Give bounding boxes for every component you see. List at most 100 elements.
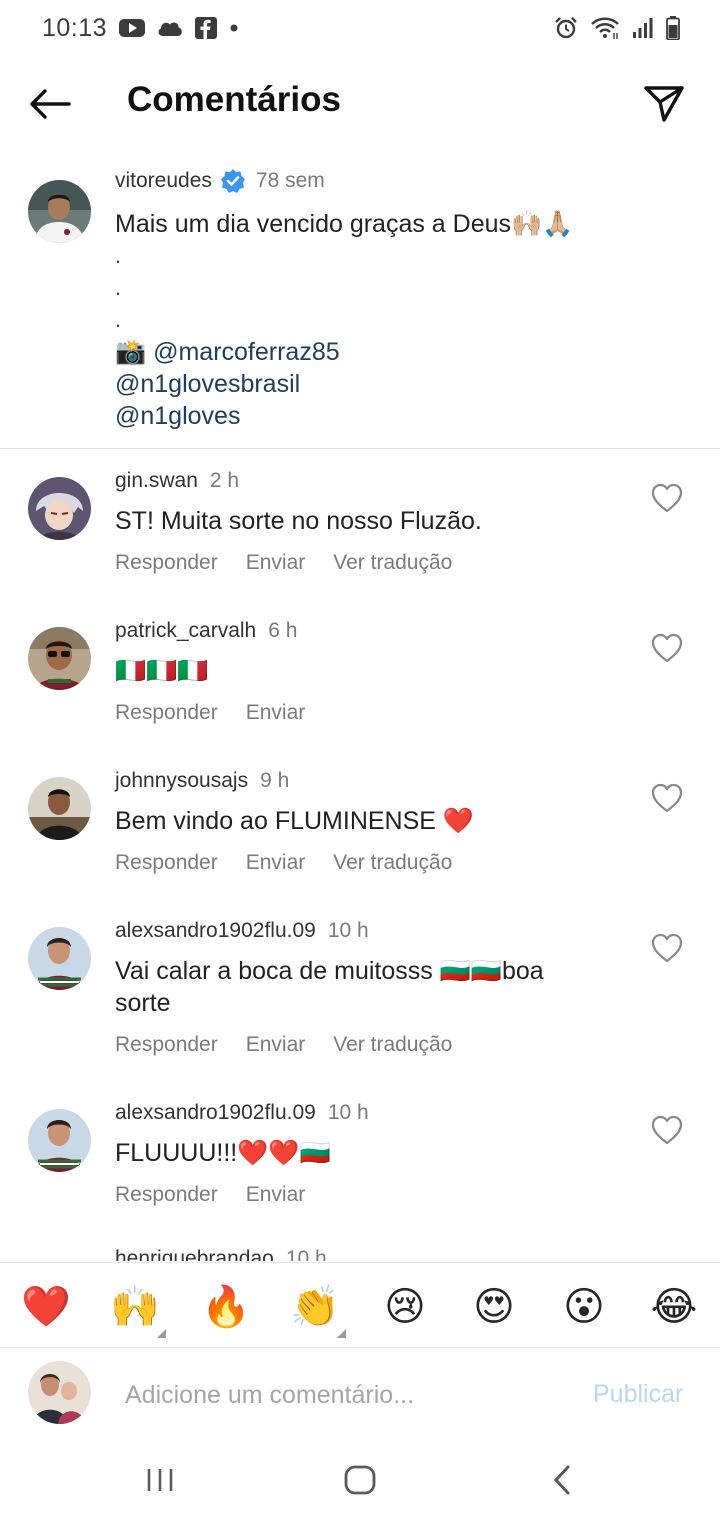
heart-outline-icon — [651, 783, 683, 813]
mention-link[interactable]: @n1gloves — [115, 400, 573, 432]
header: Comentários — [0, 60, 720, 150]
comment-username[interactable]: henriquebrandao — [115, 1247, 274, 1261]
comment-text: Vai calar a boca de muitosss 🇧🇬🇧🇬boa sor… — [115, 957, 544, 1017]
comment-actions: Responder Enviar Ver tradução — [115, 1033, 480, 1057]
laughing-emoji-button[interactable]: 😂 — [650, 1283, 698, 1331]
heart-emoji-button[interactable]: ❤️ — [21, 1283, 71, 1331]
dot-icon — [229, 23, 239, 33]
comment-header: alexsandro1902flu.09 10 h — [115, 919, 369, 943]
reply-button[interactable]: Responder — [115, 851, 218, 875]
reply-button[interactable]: Responder — [115, 1183, 218, 1207]
comment-item: gin.swan 2 h ST! Muita sorte no nosso Fl… — [0, 465, 720, 605]
comment-text: Bem vindo ao FLUMINENSE ❤️ — [115, 807, 475, 835]
paper-plane-icon — [644, 86, 684, 122]
send-button[interactable]: Enviar — [246, 1183, 306, 1207]
mention-link[interactable]: @marcoferraz85 — [153, 338, 340, 366]
emoji-reaction-bar: ❤️ 🙌 🔥 👏 😢 😍 😮 😂 — [0, 1262, 720, 1348]
system-back-button[interactable] — [532, 1460, 592, 1500]
system-nav-bar — [0, 1440, 720, 1520]
reply-button[interactable]: Responder — [115, 1033, 218, 1057]
like-button[interactable] — [651, 783, 683, 813]
skin-tone-indicator-icon — [337, 1329, 346, 1338]
comment-username[interactable]: gin.swan — [115, 469, 198, 493]
translate-button[interactable]: Ver tradução — [333, 851, 452, 875]
avatar[interactable] — [28, 477, 91, 540]
like-button[interactable] — [651, 633, 683, 663]
like-button[interactable] — [651, 933, 683, 963]
avatar[interactable] — [28, 627, 91, 690]
caption-user-row: vitoreudes 78 sem — [115, 168, 325, 194]
comment-text: FLUUUU!!!❤️❤️🇧🇬 — [115, 1139, 331, 1167]
cloud-icon — [157, 19, 183, 37]
avatar[interactable] — [28, 777, 91, 840]
heart-outline-icon — [651, 633, 683, 663]
caption-username[interactable]: vitoreudes — [115, 169, 212, 193]
verified-badge-icon — [220, 168, 246, 194]
send-button[interactable]: Enviar — [246, 551, 306, 575]
comment-item: johnnysousajs 9 h Bem vindo ao FLUMINENS… — [0, 765, 720, 905]
share-button[interactable] — [640, 82, 688, 126]
status-time: 10:13 — [42, 13, 108, 42]
comment-time: 10 h — [327, 919, 369, 942]
recent-apps-icon — [147, 1469, 173, 1491]
comment-username[interactable]: patrick_carvalh — [115, 619, 256, 643]
comment-header: gin.swan 2 h — [115, 469, 239, 493]
recent-apps-button[interactable] — [130, 1460, 190, 1500]
heart-eyes-emoji-button[interactable]: 😍 — [470, 1283, 518, 1331]
fire-emoji-button[interactable]: 🔥 — [201, 1283, 251, 1331]
comment-time: 10 h — [285, 1247, 327, 1261]
publish-button[interactable]: Publicar — [593, 1380, 683, 1409]
comment-header: patrick_carvalh 6 h — [115, 619, 297, 643]
comment-username[interactable]: alexsandro1902flu.09 — [115, 1101, 316, 1125]
comment-username[interactable]: johnnysousajs — [115, 769, 248, 793]
camera-emoji: 📸 — [115, 338, 147, 366]
send-button[interactable]: Enviar — [246, 851, 306, 875]
avatar — [28, 1361, 91, 1424]
comment-username[interactable]: alexsandro1902flu.09 — [115, 919, 316, 943]
comment-item: henriquebrandao 10 h — [0, 1247, 720, 1261]
comment-actions: Responder Enviar — [115, 1183, 333, 1207]
caption-text: Mais um dia vencido graças a Deus🙌🏼🙏🏼 . … — [115, 208, 573, 432]
avatar[interactable] — [28, 927, 91, 990]
home-button[interactable] — [330, 1460, 390, 1500]
send-button[interactable]: Enviar — [246, 1033, 306, 1057]
comment-list[interactable]: gin.swan 2 h ST! Muita sorte no nosso Fl… — [0, 449, 720, 1261]
comment-text: 🇮🇹🇮🇹🇮🇹 — [115, 657, 209, 685]
raised-hands-emoji-button[interactable]: 🙌 — [110, 1283, 160, 1331]
comment-input[interactable] — [125, 1373, 565, 1417]
signal-icon — [632, 17, 654, 39]
translate-button[interactable]: Ver tradução — [333, 1033, 452, 1057]
status-left: 10:13 — [42, 14, 239, 43]
status-right — [554, 16, 680, 40]
reply-button[interactable]: Responder — [115, 551, 218, 575]
back-button[interactable] — [26, 82, 74, 126]
translate-button[interactable]: Ver tradução — [333, 551, 452, 575]
comment-actions: Responder Enviar — [115, 701, 333, 725]
youtube-icon — [119, 18, 146, 38]
clapping-emoji-button[interactable]: 👏 — [290, 1283, 340, 1331]
comment-actions: Responder Enviar Ver tradução — [115, 551, 480, 575]
reply-button[interactable]: Responder — [115, 701, 218, 725]
comment-time: 2 h — [209, 469, 240, 492]
comment-item: alexsandro1902flu.09 10 h Vai calar a bo… — [0, 915, 720, 1087]
avatar[interactable] — [28, 1109, 91, 1172]
heart-outline-icon — [651, 933, 683, 963]
avatar[interactable] — [28, 180, 91, 243]
surprised-emoji-button[interactable]: 😮 — [560, 1283, 608, 1331]
heart-outline-icon — [651, 483, 683, 513]
crying-emoji-button[interactable]: 😢 — [381, 1283, 429, 1331]
caption-credit-line: 📸 @marcoferraz85 — [115, 336, 573, 368]
send-button[interactable]: Enviar — [246, 701, 306, 725]
post-caption: vitoreudes 78 sem Mais um dia vencido gr… — [0, 164, 720, 448]
mention-link[interactable]: @n1glovesbrasil — [115, 368, 573, 400]
battery-icon — [666, 16, 680, 40]
comment-header: alexsandro1902flu.09 10 h — [115, 1101, 369, 1125]
comment-item: alexsandro1902flu.09 10 h FLUUUU!!!❤️❤️🇧… — [0, 1097, 720, 1237]
comment-item: patrick_carvalh 6 h 🇮🇹🇮🇹🇮🇹 Responder Env… — [0, 615, 720, 755]
comment-time: 10 h — [327, 1101, 369, 1124]
caption-dot: . — [115, 243, 122, 268]
skin-tone-indicator-icon — [157, 1329, 166, 1338]
like-button[interactable] — [651, 1115, 683, 1145]
like-button[interactable] — [651, 483, 683, 513]
comment-actions: Responder Enviar Ver tradução — [115, 851, 480, 875]
